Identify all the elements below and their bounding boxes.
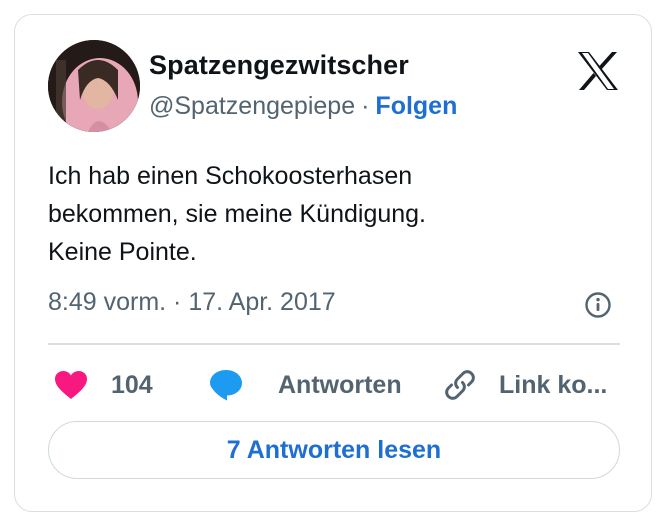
- link-icon: [441, 366, 479, 404]
- read-replies-button[interactable]: 7 Antworten lesen: [48, 421, 620, 479]
- separator-dot: ·: [361, 92, 370, 120]
- action-bar: 104 Antworten Link ko...: [15, 363, 651, 407]
- tweet-text-line: Ich hab einen Schokoosterhasen: [48, 162, 413, 190]
- x-logo-icon[interactable]: [576, 51, 620, 91]
- follow-button[interactable]: Folgen: [375, 92, 457, 120]
- user-handle[interactable]: @Spatzengepiepe: [149, 92, 355, 120]
- display-name[interactable]: Spatzengezwitscher: [149, 50, 409, 81]
- heart-icon: [53, 369, 89, 401]
- tweet-text: Ich hab einen Schokoosterhasen bekommen,…: [48, 157, 608, 271]
- copy-link-label: Link ko...: [499, 370, 608, 399]
- speech-bubble-icon: [208, 368, 244, 402]
- divider: [48, 343, 620, 345]
- tweet-text-line: bekommen, sie meine Kündigung.: [48, 200, 427, 228]
- tweet-embed-card: Spatzengezwitscher @Spatzengepiepe · Folge…: [14, 14, 652, 512]
- like-button[interactable]: 104: [53, 363, 153, 407]
- tweet-timestamp[interactable]: 8:49 vorm. · 17. Apr. 2017: [48, 288, 336, 317]
- handle-row: @Spatzengepiepe · Folgen: [149, 92, 457, 121]
- like-count: 104: [111, 370, 153, 399]
- info-icon[interactable]: [583, 290, 613, 320]
- tweet-text-line: Keine Pointe.: [48, 238, 197, 266]
- reply-label: Antworten: [278, 370, 402, 399]
- avatar[interactable]: [48, 40, 140, 132]
- reply-button[interactable]: Antworten: [208, 363, 402, 407]
- copy-link-button[interactable]: Link ko...: [441, 363, 607, 407]
